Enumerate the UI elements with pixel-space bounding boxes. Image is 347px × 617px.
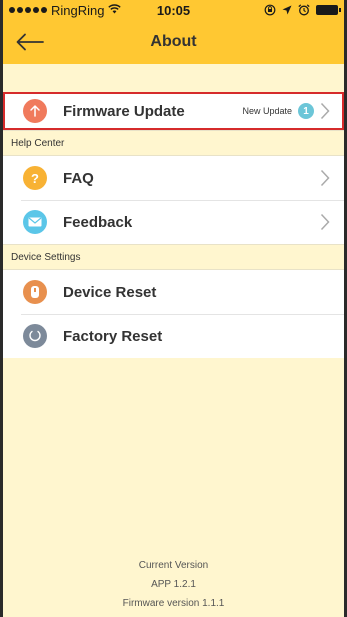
new-update-text: New Update — [242, 106, 292, 116]
carrier-name: RingRing — [51, 2, 105, 18]
faq-row[interactable]: ? FAQ — [3, 156, 344, 200]
battery-icon — [316, 5, 341, 15]
chevron-right-icon — [320, 213, 330, 231]
question-icon: ? — [23, 166, 47, 190]
update-count-badge: 1 — [298, 103, 314, 119]
firmware-update-label: Firmware Update — [63, 102, 185, 120]
reset-icon — [23, 324, 47, 348]
page-title: About — [150, 33, 197, 50]
version-footer: Current Version APP 1.2.1 Firmware versi… — [3, 556, 344, 613]
chevron-right-icon — [320, 169, 330, 187]
alarm-icon — [298, 4, 310, 16]
status-bar: RingRing 10:05 — [3, 0, 344, 20]
app-frame: RingRing 10:05 About Firmware Update New… — [0, 0, 347, 617]
status-icons — [264, 4, 341, 16]
device-icon — [23, 280, 47, 304]
faq-row-right — [320, 169, 330, 187]
signal-strength-icon — [9, 7, 47, 13]
device-reset-label: Device Reset — [63, 283, 157, 301]
firmware-update-row[interactable]: Firmware Update New Update 1 — [3, 92, 344, 130]
help-center-header: Help Center — [3, 130, 344, 156]
firmware-version: Firmware version 1.1.1 — [122, 598, 225, 609]
location-icon — [282, 5, 292, 15]
faq-label: FAQ — [63, 169, 94, 187]
feedback-row[interactable]: Feedback — [3, 200, 344, 244]
chevron-right-icon — [320, 102, 330, 120]
help-center-group: ? FAQ Feedback — [3, 156, 344, 244]
device-settings-group: Device Reset Factory Reset — [3, 270, 344, 358]
app-version: APP 1.2.1 — [151, 579, 196, 590]
factory-reset-row[interactable]: Factory Reset — [3, 314, 344, 358]
current-version-label: Current Version — [138, 560, 209, 571]
device-reset-row[interactable]: Device Reset — [3, 270, 344, 314]
arrow-left-icon — [16, 33, 44, 51]
device-settings-header: Device Settings — [3, 244, 344, 270]
mail-icon — [23, 210, 47, 234]
rotation-lock-icon — [264, 4, 276, 16]
feedback-label: Feedback — [63, 213, 133, 231]
wifi-icon — [108, 3, 122, 17]
feedback-row-right — [320, 213, 330, 231]
nav-bar: About — [3, 20, 344, 64]
back-button[interactable] — [13, 28, 47, 56]
factory-reset-label: Factory Reset — [63, 327, 163, 345]
arrow-up-icon — [23, 99, 47, 123]
top-spacer — [3, 64, 344, 92]
firmware-update-status: New Update 1 — [242, 102, 330, 120]
firmware-group: Firmware Update New Update 1 — [3, 92, 344, 130]
